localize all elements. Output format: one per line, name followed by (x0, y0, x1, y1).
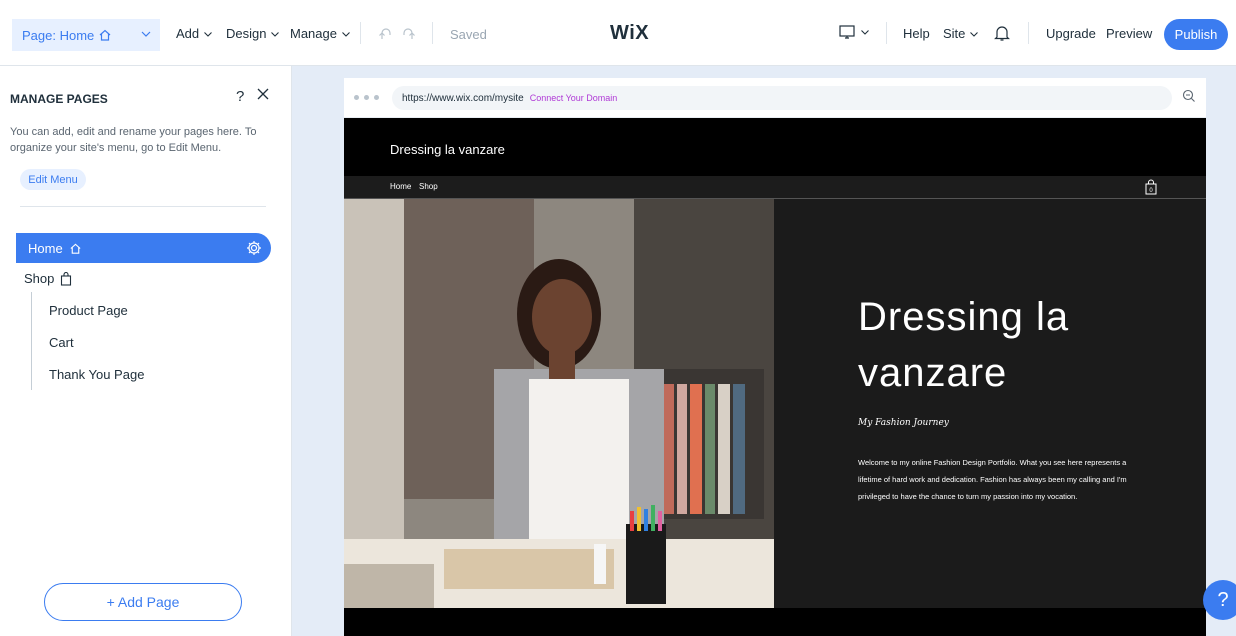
page-item-product-page[interactable]: Product Page (49, 303, 128, 318)
browser-frame: https://www.wix.com/mysite Connect Your … (344, 78, 1206, 636)
hero-body: Welcome to my online Fashion Design Port… (858, 458, 1127, 501)
device-switcher[interactable] (838, 24, 870, 40)
divider (886, 22, 887, 44)
site-title: Dressing la vanzare (390, 142, 505, 157)
design-menu[interactable]: Design (226, 26, 280, 41)
url-field: https://www.wix.com/mysite Connect Your … (392, 86, 1172, 110)
divider (360, 22, 361, 44)
undo-icon[interactable] (378, 27, 394, 41)
chevron-down-icon (271, 31, 280, 37)
chevron-down-icon (342, 31, 350, 37)
top-toolbar: Page: Home Add Design Manage Saved WiX H… (0, 0, 1236, 66)
bell-icon[interactable] (994, 24, 1010, 42)
panel-title: MANAGE PAGES (10, 92, 108, 106)
panel-description: You can add, edit and rename your pages … (10, 126, 257, 154)
publish-button[interactable]: Publish (1164, 19, 1228, 50)
chevron-down-icon (141, 31, 151, 37)
add-menu-label: Add (176, 26, 200, 41)
zoom-icon[interactable] (1182, 89, 1196, 103)
manage-menu[interactable]: Manage (290, 26, 351, 41)
manage-menu-label: Manage (290, 26, 337, 41)
page-item-thank-you[interactable]: Thank You Page (49, 367, 144, 382)
site-bottom (344, 608, 1206, 636)
saved-status: Saved (450, 27, 487, 42)
site-header: Dressing la vanzare (344, 118, 1206, 176)
page-item-label: Shop (24, 271, 55, 286)
hero-image (344, 199, 774, 608)
shopping-bag-icon (61, 271, 72, 286)
home-icon (99, 29, 111, 41)
page-item-home[interactable]: Home (16, 233, 271, 263)
connect-domain-link[interactable]: Connect Your Domain (530, 93, 618, 103)
wix-logo: WiX (610, 22, 650, 44)
svg-text:0: 0 (1149, 188, 1153, 194)
window-dots (354, 95, 379, 100)
cart-icon[interactable]: 0 (1144, 179, 1158, 195)
site-nav-shop[interactable]: Shop (419, 182, 438, 191)
divider (432, 22, 433, 44)
hero-title: Dressing la vanzare (858, 295, 1070, 395)
upgrade-link[interactable]: Upgrade (1046, 26, 1096, 41)
home-icon (70, 243, 81, 254)
url-bar: https://www.wix.com/mysite Connect Your … (344, 78, 1206, 118)
desktop-icon (839, 25, 855, 39)
divider (20, 206, 266, 207)
hero-subtitle: My Fashion Journey (858, 418, 949, 428)
site-nav: Home Shop 0 (344, 176, 1206, 199)
close-icon[interactable] (256, 87, 270, 101)
page-selector-label: Page: Home (22, 27, 95, 43)
editor-canvas: https://www.wix.com/mysite Connect Your … (292, 66, 1236, 636)
redo-icon[interactable] (400, 27, 416, 41)
site-menu[interactable]: Site (943, 26, 979, 41)
add-page-button[interactable]: + Add Page (44, 583, 242, 621)
chevron-down-icon (861, 30, 869, 35)
chevron-down-icon (204, 31, 213, 37)
edit-menu-button[interactable]: Edit Menu (20, 169, 86, 190)
preview-link[interactable]: Preview (1106, 26, 1152, 41)
site-menu-label: Site (943, 26, 966, 41)
page-selector[interactable]: Page: Home (12, 19, 160, 51)
panel-help-icon[interactable]: ? (236, 88, 244, 105)
manage-pages-panel: MANAGE PAGES ? You can add, edit and ren… (0, 66, 292, 636)
chevron-down-icon (970, 31, 979, 37)
hero-photo-illustration (344, 199, 774, 608)
add-menu[interactable]: Add (176, 26, 213, 41)
design-menu-label: Design (226, 26, 267, 41)
url-text: https://www.wix.com/mysite (402, 92, 524, 104)
gear-icon[interactable] (245, 239, 263, 257)
page-item-cart[interactable]: Cart (49, 335, 74, 350)
divider (1028, 22, 1029, 44)
page-item-label: Home (28, 240, 63, 256)
hero-text-block: Dressing la vanzare My Fashion Journey W… (774, 199, 1206, 608)
site-preview: Dressing la vanzare Home Shop 0 Dressing… (344, 118, 1206, 636)
tree-line (31, 292, 32, 390)
page-item-shop[interactable]: Shop (24, 271, 72, 286)
site-nav-home[interactable]: Home (390, 182, 411, 191)
help-menu[interactable]: Help (903, 26, 930, 41)
help-button[interactable]: ? (1203, 580, 1236, 620)
